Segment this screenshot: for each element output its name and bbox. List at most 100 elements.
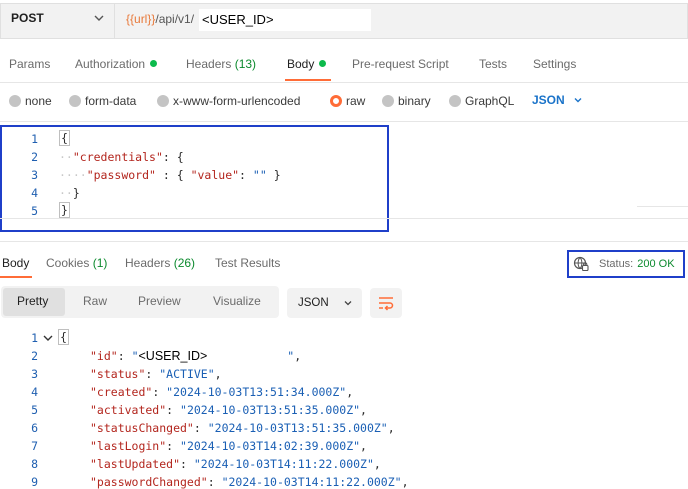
radio-urlencoded-label: x-www-form-urlencoded bbox=[173, 94, 301, 108]
code-token: "lastLogin" bbox=[90, 439, 167, 453]
tab-test-results[interactable]: Test Results bbox=[215, 256, 280, 270]
code-punctuation: : bbox=[117, 349, 132, 363]
response-body-viewer[interactable]: 1{ 2 "id": " <USER_ID> ", 3 "status": "ACTIV… bbox=[0, 329, 688, 489]
divider bbox=[0, 82, 688, 83]
status-indicator[interactable]: Status: 200 OK bbox=[567, 250, 685, 278]
wrap-lines-button[interactable] bbox=[370, 288, 402, 318]
tab-cookies-label: Cookies bbox=[46, 256, 90, 270]
code-token: "status" bbox=[90, 367, 146, 381]
line-number: 3 bbox=[31, 367, 38, 381]
code-punctuation: : bbox=[145, 367, 160, 381]
radio-none[interactable]: none bbox=[9, 93, 52, 109]
response-field-row: 9 "passwordChanged": "2024-10-03T14:11:22… bbox=[0, 473, 688, 489]
headers-count: (13) bbox=[234, 57, 257, 71]
active-dot-icon bbox=[150, 60, 158, 67]
code-token: "2024-10-03T13:51:35.000Z" bbox=[207, 421, 388, 435]
divider bbox=[0, 121, 688, 122]
radio-icon bbox=[449, 95, 461, 107]
code-token: "activated" bbox=[90, 403, 167, 417]
chevron-down-icon bbox=[344, 301, 352, 306]
code-token: "2024-10-03T13:51:35.000Z" bbox=[180, 403, 361, 417]
code-punctuation: , bbox=[214, 367, 222, 381]
line-number: 6 bbox=[31, 421, 38, 435]
code-punctuation: : bbox=[152, 385, 167, 399]
highlight-frame bbox=[0, 125, 389, 232]
code-token: "2024-10-03T14:02:39.000Z" bbox=[180, 439, 361, 453]
radio-binary-label: binary bbox=[398, 94, 431, 108]
code-punctuation: , bbox=[373, 457, 381, 471]
radio-binary[interactable]: binary bbox=[382, 93, 431, 109]
tab-response-body[interactable]: Body bbox=[2, 256, 29, 270]
tab-settings[interactable]: Settings bbox=[533, 57, 576, 71]
radio-raw-label: raw bbox=[346, 94, 366, 108]
radio-urlencoded[interactable]: x-www-form-urlencoded bbox=[157, 93, 300, 109]
radio-raw[interactable]: raw bbox=[330, 93, 365, 109]
body-language-select[interactable]: JSON bbox=[532, 93, 583, 107]
line-number: 7 bbox=[31, 439, 38, 453]
view-visualize-button[interactable]: Visualize bbox=[213, 294, 261, 308]
response-format-label: JSON bbox=[298, 297, 329, 309]
code-token: "2024-10-03T14:11:22.000Z" bbox=[221, 475, 402, 489]
code-punctuation: , bbox=[294, 349, 302, 363]
tab-body[interactable]: Body bbox=[287, 57, 327, 71]
code-punctuation: : bbox=[207, 475, 222, 489]
tab-params[interactable]: Params bbox=[9, 57, 50, 71]
code-token: "ACTIVE" bbox=[159, 367, 215, 381]
radio-form-data[interactable]: form-data bbox=[69, 93, 136, 109]
view-raw-button[interactable]: Raw bbox=[83, 294, 107, 308]
line-number: 4 bbox=[31, 385, 38, 399]
tab-tests[interactable]: Tests bbox=[479, 57, 507, 71]
code-punctuation: , bbox=[360, 439, 367, 453]
tab-body-label: Body bbox=[287, 57, 315, 71]
chevron-down-icon bbox=[574, 98, 582, 103]
radio-icon bbox=[382, 95, 394, 107]
radio-none-label: none bbox=[25, 94, 52, 108]
code-token: " bbox=[287, 349, 295, 363]
tab-headers[interactable]: Headers (13) bbox=[186, 57, 256, 71]
tab-cookies[interactable]: Cookies (1) bbox=[46, 256, 107, 270]
chevron-down-icon[interactable] bbox=[92, 11, 106, 25]
status-label: Status: bbox=[599, 258, 634, 270]
code-punctuation: , bbox=[360, 403, 367, 417]
divider bbox=[637, 206, 688, 216]
line-number: 9 bbox=[31, 475, 38, 489]
view-preview-button[interactable]: Preview bbox=[138, 294, 181, 308]
globe-icon bbox=[573, 256, 589, 272]
response-field-row: 8 "lastUpdated": "2024-10-03T14:11:22.000… bbox=[0, 455, 688, 473]
code-token: "id" bbox=[90, 349, 118, 363]
tab-prerequest-script[interactable]: Pre-request Script bbox=[352, 57, 449, 71]
response-format-select[interactable]: JSON bbox=[287, 288, 362, 318]
line-number: 5 bbox=[31, 403, 38, 417]
body-language-label: JSON bbox=[532, 93, 565, 107]
active-tab-indicator bbox=[285, 79, 331, 81]
code-punctuation: : bbox=[193, 421, 208, 435]
tab-response-headers[interactable]: Headers (26) bbox=[125, 256, 195, 270]
radio-form-data-label: form-data bbox=[85, 94, 137, 108]
view-pretty-button[interactable]: Pretty bbox=[17, 294, 48, 308]
tab-response-headers-label: Headers bbox=[125, 256, 171, 270]
radio-graphql[interactable]: GraphQL bbox=[449, 93, 514, 109]
url-path: /api/v1/ bbox=[155, 12, 195, 26]
active-tab-indicator bbox=[0, 276, 32, 278]
code-token: "passwordChanged" bbox=[90, 475, 208, 489]
code-token: "2024-10-03T14:11:22.000Z" bbox=[193, 457, 374, 471]
fold-chevron-icon[interactable] bbox=[42, 329, 54, 347]
tab-authorization-label: Authorization bbox=[75, 57, 146, 71]
active-dot-icon bbox=[319, 60, 327, 67]
line-number: 1 bbox=[31, 331, 38, 345]
masked-user-id: <USER_ID> bbox=[138, 347, 208, 365]
code-token: "created" bbox=[90, 385, 153, 399]
response-field-row: 7 "lastLogin": "2024-10-03T14:02:39.000Z"… bbox=[0, 437, 688, 455]
code-punctuation: : bbox=[166, 403, 181, 417]
code-punctuation: , bbox=[346, 385, 354, 399]
line-number: 8 bbox=[31, 457, 38, 471]
radio-selected-icon bbox=[330, 95, 342, 107]
code-punctuation: , bbox=[401, 475, 409, 489]
code-token: " bbox=[131, 349, 139, 363]
response-field-row: 5 "activated": "2024-10-03T13:51:35.000Z"… bbox=[0, 401, 688, 419]
wrap-lines-icon bbox=[379, 297, 394, 311]
response-field-row: 3 "status": "ACTIVE", bbox=[0, 365, 688, 383]
tab-authorization[interactable]: Authorization bbox=[75, 57, 158, 71]
code-punctuation: , bbox=[387, 421, 395, 435]
url-variable: {{url}} bbox=[126, 12, 156, 26]
